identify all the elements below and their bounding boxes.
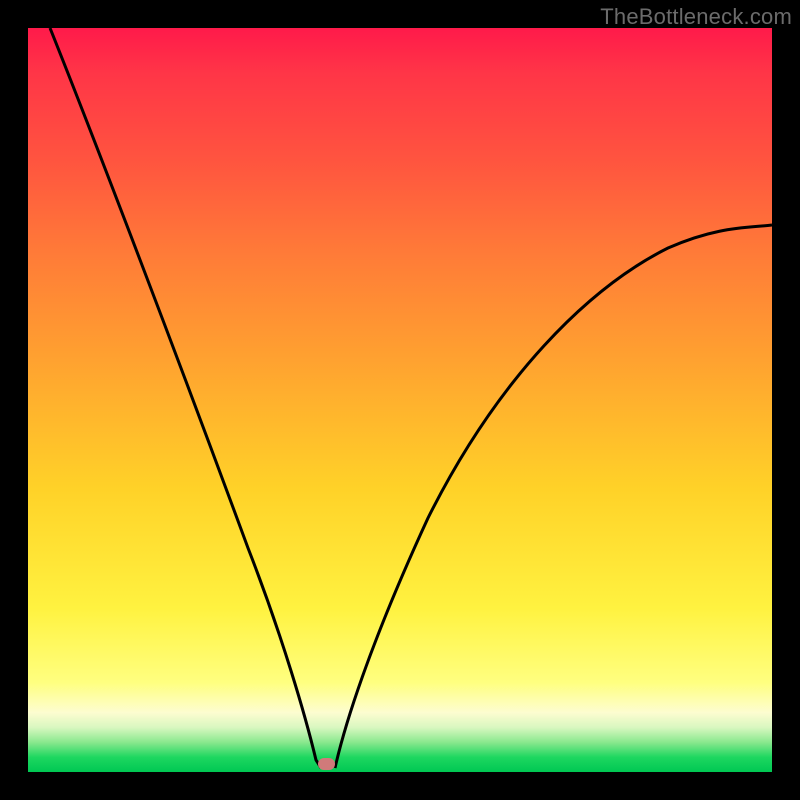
watermark-text: TheBottleneck.com bbox=[600, 4, 792, 30]
optimal-point-marker bbox=[318, 758, 335, 770]
bottleneck-curve bbox=[28, 28, 772, 772]
chart-frame: TheBottleneck.com bbox=[0, 0, 800, 800]
curve-right-branch bbox=[335, 225, 772, 768]
plot-area bbox=[28, 28, 772, 772]
curve-left-branch bbox=[50, 28, 321, 768]
